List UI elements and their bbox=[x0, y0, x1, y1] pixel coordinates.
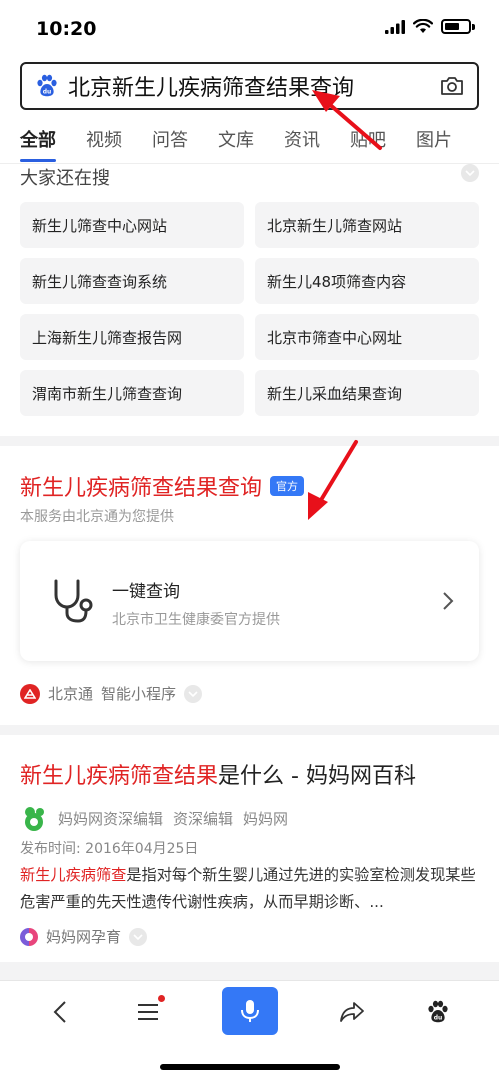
annotation-arrow-official bbox=[308, 440, 358, 520]
annotation-arrow-search bbox=[312, 90, 382, 150]
annotation-arrows bbox=[308, 90, 382, 520]
